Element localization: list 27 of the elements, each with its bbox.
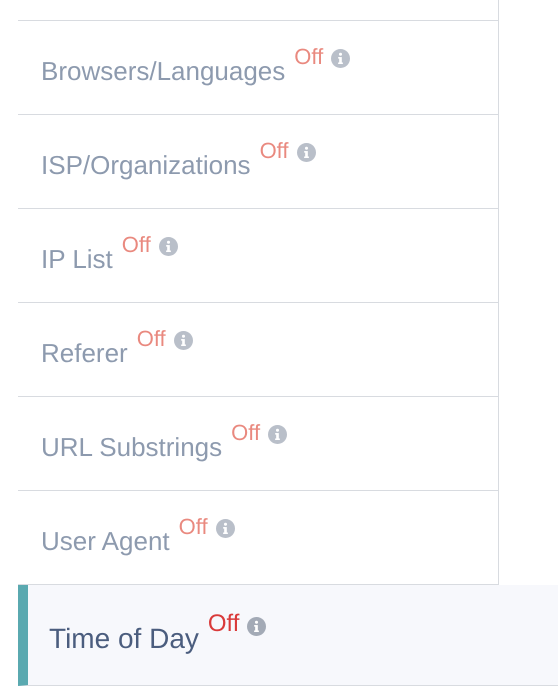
status-label: Off	[208, 609, 240, 639]
filter-label: Browsers/Languages	[41, 55, 286, 88]
info-icon[interactable]	[216, 519, 235, 538]
info-icon[interactable]	[296, 143, 316, 162]
filter-item[interactable]: Referer Off	[18, 303, 499, 397]
filter-item[interactable]: IP List Off	[18, 209, 499, 303]
filter-label: User Agent	[41, 525, 170, 558]
info-icon[interactable]	[158, 237, 178, 256]
filter-label: URL Substrings	[41, 431, 222, 464]
info-icon[interactable]	[268, 425, 288, 444]
status-label: Off	[178, 513, 208, 541]
info-icon[interactable]	[331, 49, 350, 68]
status-label: Off	[294, 43, 324, 71]
filter-item[interactable]: Browsers/Languages Off	[18, 21, 499, 115]
status-label: Off	[136, 325, 166, 353]
filter-label: IP List	[41, 243, 113, 276]
status-label: Off	[122, 231, 151, 259]
filter-label: Referer	[41, 337, 128, 370]
info-icon[interactable]	[174, 331, 193, 350]
status-label: Off	[260, 137, 289, 165]
status-label: Off	[231, 419, 260, 447]
filter-item[interactable]: Time of Day Off	[18, 585, 558, 686]
filter-label: Time of Day	[49, 622, 199, 656]
filter-item[interactable]: URL Substrings Off	[18, 397, 499, 491]
filter-label: ISP/Organizations	[41, 149, 251, 182]
info-icon[interactable]	[247, 616, 266, 636]
filter-item[interactable]: ISP/Organizations Off	[18, 115, 499, 209]
